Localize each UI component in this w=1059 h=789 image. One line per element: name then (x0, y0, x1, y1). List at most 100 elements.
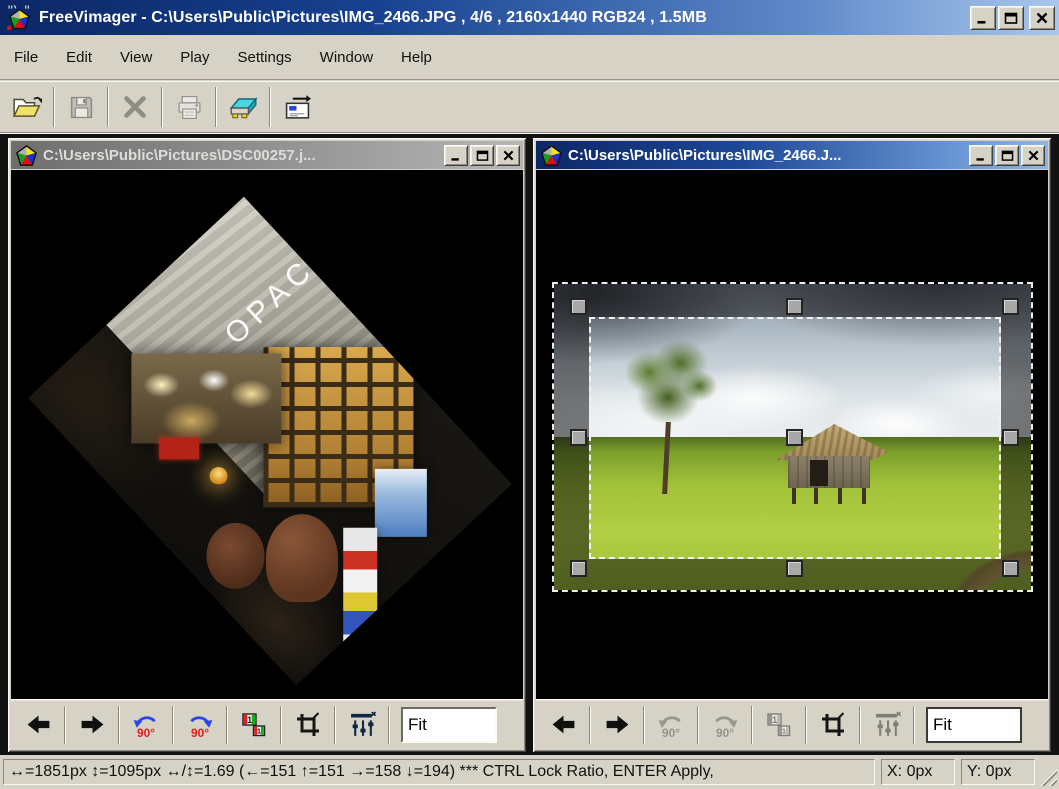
crop-handle-bottom-left[interactable] (570, 560, 587, 577)
levels-sliders-icon (874, 711, 901, 738)
window-arrow-icon (284, 94, 311, 121)
toolbar-separator (118, 706, 120, 744)
levels-button[interactable] (866, 704, 908, 746)
levels-sliders-icon (349, 711, 376, 738)
child-maximize-button[interactable] (995, 145, 1019, 166)
next-image-button[interactable] (71, 704, 113, 746)
menu-file[interactable]: File (4, 44, 48, 71)
toolbar-separator (107, 87, 109, 127)
child-app-icon (541, 145, 562, 166)
maximize-icon (476, 150, 489, 161)
image-canvas-img2466[interactable] (536, 170, 1048, 699)
toolbar-separator (697, 706, 699, 744)
actual-size-button[interactable] (233, 704, 275, 746)
crop-handle-bottom-right[interactable] (1002, 560, 1019, 577)
maximize-button[interactable] (998, 6, 1024, 30)
toolbar-separator (913, 706, 915, 744)
close-icon (1027, 150, 1040, 161)
resize-grip[interactable] (1038, 767, 1057, 786)
image-canvas-dsc00257[interactable]: OPAC (11, 170, 523, 699)
photo-lantern (206, 463, 231, 488)
viewer-button[interactable] (276, 86, 318, 128)
crop-handle-top-center[interactable] (786, 298, 803, 315)
save-floppy-icon (68, 94, 95, 121)
menu-play[interactable]: Play (170, 44, 219, 71)
mdi-client-area: C:\Users\Public\Pictures\DSC00257.j... O… (0, 133, 1059, 755)
child-toolbar (11, 699, 523, 749)
crop-handle-top-left[interactable] (570, 298, 587, 315)
rotate-left-90-icon (132, 711, 160, 739)
child-app-icon (16, 145, 37, 166)
rotate-left-90-icon (657, 711, 685, 739)
menu-settings[interactable]: Settings (227, 44, 301, 71)
save-button[interactable] (60, 86, 102, 128)
rotate-left-button[interactable] (650, 704, 692, 746)
prev-image-button[interactable] (17, 704, 59, 746)
rotated-photo: OPAC (28, 197, 512, 686)
rotate-right-button[interactable] (179, 704, 221, 746)
minimize-button[interactable] (970, 6, 996, 30)
close-icon (1035, 12, 1049, 24)
child-minimize-button[interactable] (969, 145, 993, 166)
actual-size-icon (241, 712, 267, 738)
next-image-button[interactable] (596, 704, 638, 746)
child-window-img2466: C:\Users\Public\Pictures\IMG_2466.J... (533, 138, 1051, 752)
main-toolbar (0, 81, 1059, 133)
child-title-bar[interactable]: C:\Users\Public\Pictures\DSC00257.j... (11, 141, 523, 169)
toolbar-separator (388, 706, 390, 744)
left-arrow-icon (550, 711, 577, 738)
toolbar-separator (64, 706, 66, 744)
zoom-fit-input[interactable] (926, 707, 1022, 743)
status-bar: ↔=1851px ↕=1095px ↔/↕=1.69 (←=151 ↑=151 … (0, 755, 1059, 789)
delete-button[interactable] (114, 86, 156, 128)
toolbar-separator (589, 706, 591, 744)
photo-person-1 (266, 514, 338, 602)
menu-edit[interactable]: Edit (56, 44, 102, 71)
close-button[interactable] (1029, 6, 1055, 30)
menu-help[interactable]: Help (391, 44, 442, 71)
toolbar-separator (334, 706, 336, 744)
child-toolbar (536, 699, 1048, 749)
crop-handle-mid-right[interactable] (1002, 429, 1019, 446)
child-maximize-button[interactable] (470, 145, 494, 166)
child-minimize-button[interactable] (444, 145, 468, 166)
menu-view[interactable]: View (110, 44, 162, 71)
toolbar-separator (161, 87, 163, 127)
menu-window[interactable]: Window (310, 44, 383, 71)
photo-person-2 (207, 523, 265, 589)
rotate-right-90-icon (186, 711, 214, 739)
crop-icon (295, 712, 321, 738)
toolbar-separator (226, 706, 228, 744)
child-window-title: C:\Users\Public\Pictures\DSC00257.j... (43, 147, 442, 164)
rotate-right-button[interactable] (704, 704, 746, 746)
toolbar-separator (643, 706, 645, 744)
child-close-button[interactable] (496, 145, 520, 166)
app-icon (6, 4, 33, 31)
photo-shopfronts (131, 353, 281, 443)
crop-handle-mid-left[interactable] (570, 429, 587, 446)
status-x-coordinate: X: 0px (881, 759, 955, 785)
scan-button[interactable] (222, 86, 264, 128)
menu-bar: File Edit View Play Settings Window Help (0, 35, 1059, 80)
open-button[interactable] (6, 86, 48, 128)
child-title-bar[interactable]: C:\Users\Public\Pictures\IMG_2466.J... (536, 141, 1048, 169)
levels-button[interactable] (341, 704, 383, 746)
zoom-fit-input[interactable] (401, 707, 497, 743)
crop-button[interactable] (287, 704, 329, 746)
right-arrow-icon (604, 711, 631, 738)
prev-image-button[interactable] (542, 704, 584, 746)
toolbar-separator (280, 706, 282, 744)
crop-handle-top-right[interactable] (1002, 298, 1019, 315)
crop-handle-bottom-center[interactable] (786, 560, 803, 577)
window-title: FreeVimager - C:\Users\Public\Pictures\I… (39, 9, 970, 27)
child-window-dsc00257: C:\Users\Public\Pictures\DSC00257.j... O… (8, 138, 526, 752)
title-bar[interactable]: FreeVimager - C:\Users\Public\Pictures\I… (0, 0, 1059, 35)
print-button[interactable] (168, 86, 210, 128)
right-arrow-icon (79, 711, 106, 738)
photo-blue-poster (375, 469, 427, 537)
rotate-left-button[interactable] (125, 704, 167, 746)
crop-button[interactable] (812, 704, 854, 746)
actual-size-button[interactable] (758, 704, 800, 746)
child-close-button[interactable] (1021, 145, 1045, 166)
crop-handle-center[interactable] (786, 429, 803, 446)
